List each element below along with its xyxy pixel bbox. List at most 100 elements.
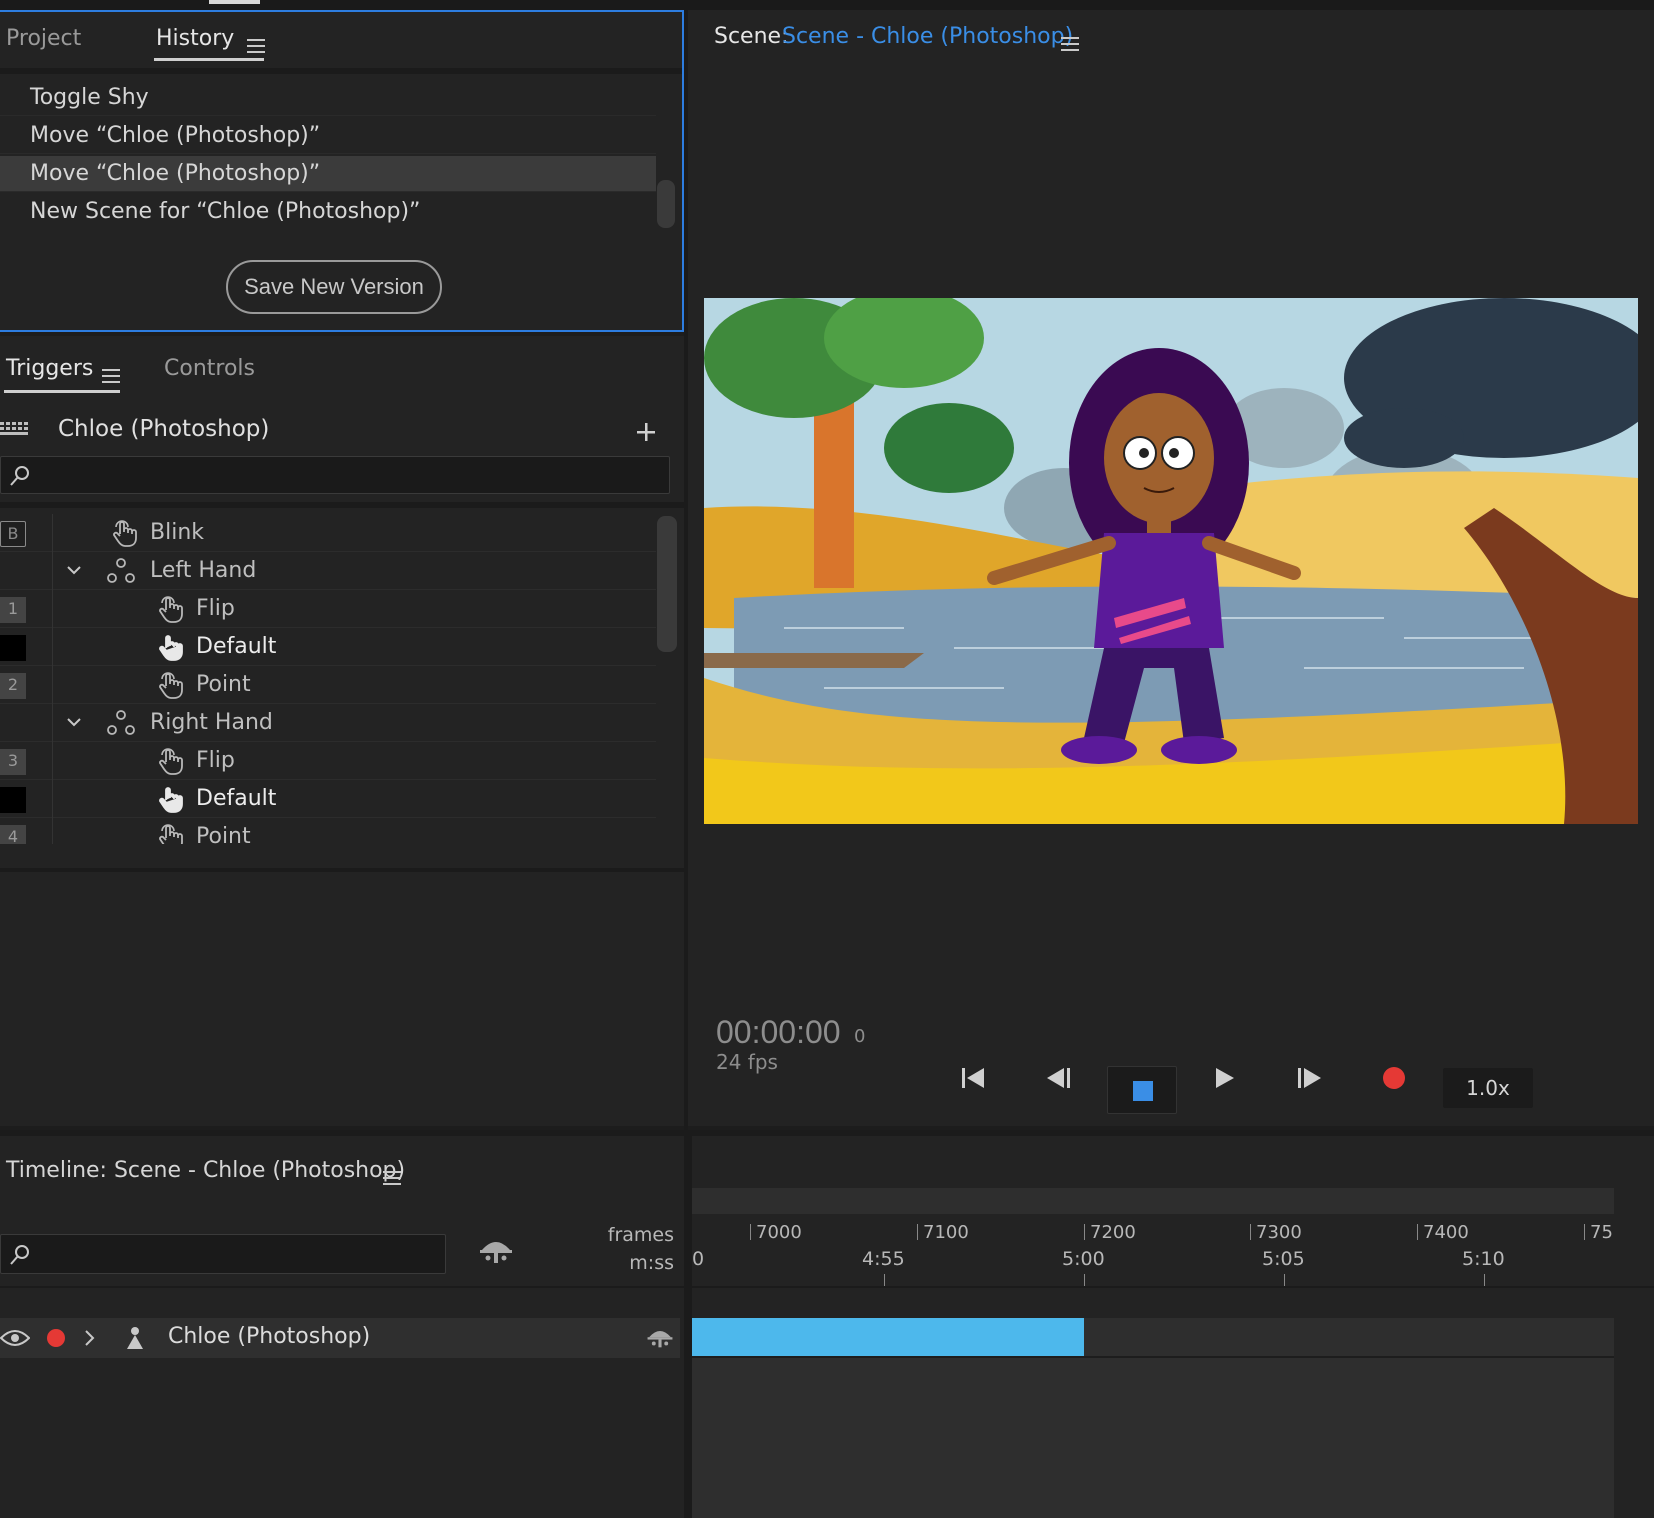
time-tick-label: 4:55 — [862, 1248, 905, 1270]
timecode[interactable]: 00:00:00 — [716, 1014, 841, 1051]
frame-tick-label: 750 — [1590, 1222, 1614, 1243]
triggers-search-input[interactable] — [0, 456, 670, 494]
scene-name-link[interactable]: Scene - Chloe (Photoshop) — [782, 24, 1073, 49]
search-icon — [10, 1245, 29, 1265]
key-badge[interactable]: 2 — [0, 673, 26, 699]
key-badge[interactable]: 4 — [0, 825, 26, 844]
chevron-down-icon[interactable] — [66, 714, 82, 730]
trigger-row-default[interactable]: Default — [0, 628, 656, 666]
trigger-row-point[interactable]: 4 Point — [0, 818, 656, 844]
triggers-panel: Triggers Controls Chloe (Photoshop) B Bl… — [0, 336, 684, 1126]
trigger-group-left-hand[interactable]: Left Hand — [0, 552, 656, 590]
ruler-tick — [750, 1224, 751, 1240]
chevron-down-icon[interactable] — [66, 562, 82, 578]
scene-menu-icon[interactable] — [1061, 37, 1079, 51]
divider — [0, 68, 682, 74]
shy-toggle-icon[interactable] — [646, 1326, 674, 1350]
history-scrollbar[interactable] — [657, 180, 675, 228]
search-icon — [10, 466, 29, 486]
trigger-row-flip[interactable]: 1 Flip — [0, 590, 656, 628]
timeline-menu-icon[interactable] — [383, 1171, 401, 1185]
track-divider — [692, 1356, 1614, 1358]
divider — [0, 868, 684, 872]
ruler-tick — [1584, 1224, 1585, 1240]
frames-label: frames — [607, 1224, 674, 1246]
timeline-scrubber-bar[interactable] — [692, 1188, 1614, 1214]
key-badge[interactable]: B — [0, 521, 26, 547]
scene-preview[interactable] — [704, 298, 1638, 824]
frame-tick-label: 7300 — [1256, 1222, 1302, 1243]
trigger-row-default[interactable]: Default — [0, 780, 656, 818]
tab-triggers[interactable]: Triggers — [6, 356, 93, 381]
timeline-title: Timeline: Scene - Chloe (Photoshop) — [6, 1158, 406, 1183]
trigger-group-right-hand[interactable]: Right Hand — [0, 704, 656, 742]
step-forward-icon[interactable] — [1288, 1058, 1328, 1098]
scene-panel: Scene: Scene - Chloe (Photoshop) 00:00:0… — [688, 10, 1654, 1126]
tab-history[interactable]: History — [156, 26, 234, 51]
mss-label: m:ss — [629, 1252, 674, 1274]
row-divider — [52, 590, 53, 628]
ruler-tick — [1250, 1224, 1251, 1240]
timeline-ruler[interactable]: 7000 7100 7200 7300 7400 750 0 4:55 5:00… — [692, 1214, 1614, 1286]
timeline-panel: Timeline: Scene - Chloe (Photoshop) fram… — [0, 1130, 1654, 1518]
puppet-name: Chloe (Photoshop) — [58, 416, 270, 442]
panel-splitter[interactable] — [684, 10, 688, 1130]
row-divider — [52, 666, 53, 704]
key-badge — [0, 711, 26, 737]
history-panel: Project History Toggle Shy Move “Chloe (… — [0, 10, 684, 332]
chevron-right-icon[interactable] — [82, 1329, 96, 1347]
key-badge[interactable] — [0, 787, 26, 813]
save-new-version-button[interactable]: Save New Version — [226, 260, 442, 314]
shy-toggle-icon[interactable] — [478, 1236, 514, 1266]
track-header[interactable]: Chloe (Photoshop) — [0, 1318, 680, 1358]
frame-tick-label: 7200 — [1090, 1222, 1136, 1243]
timeline-search-input[interactable] — [0, 1234, 446, 1274]
trigger-label: Default — [196, 786, 277, 811]
trigger-list-scrollbar[interactable] — [657, 516, 677, 652]
eye-icon[interactable] — [0, 1328, 30, 1348]
key-badge[interactable]: 1 — [0, 597, 26, 623]
ruler-tick — [1484, 1274, 1485, 1286]
trigger-row-blink[interactable]: B Blink — [0, 514, 656, 552]
trigger-label: Blink — [150, 520, 205, 545]
divider — [0, 1286, 1654, 1288]
tab-project[interactable]: Project — [6, 26, 81, 51]
go-to-start-icon[interactable] — [954, 1058, 994, 1098]
add-trigger-icon[interactable] — [636, 422, 656, 442]
frame-tick-label: 7400 — [1423, 1222, 1469, 1243]
history-item[interactable]: Toggle Shy — [0, 80, 656, 116]
history-item[interactable]: Move “Chloe (Photoshop)” — [0, 118, 656, 154]
hand-trigger-icon — [159, 672, 183, 699]
keyboard-icon — [0, 422, 28, 435]
top-strip — [0, 0, 1654, 10]
key-badge[interactable] — [0, 635, 26, 661]
trigger-row-flip[interactable]: 3 Flip — [0, 742, 656, 780]
swap-set-icon — [107, 710, 135, 735]
ruler-tick — [1417, 1224, 1418, 1240]
triggers-menu-icon[interactable] — [102, 369, 120, 383]
time-tick-label: 0 — [692, 1248, 705, 1270]
fps-label: 24 fps — [716, 1050, 778, 1074]
row-divider — [52, 818, 53, 844]
history-menu-icon[interactable] — [247, 39, 265, 53]
key-badge[interactable]: 3 — [0, 749, 26, 775]
time-tick-label: 5:05 — [1262, 1248, 1305, 1270]
triggers-tab-underline — [4, 390, 120, 393]
trigger-row-point[interactable]: 2 Point — [0, 666, 656, 704]
trigger-label: Point — [196, 672, 251, 697]
ruler-tick — [1284, 1274, 1285, 1286]
history-item-selected[interactable]: Move “Chloe (Photoshop)” — [0, 156, 656, 192]
playback-speed-button[interactable]: 1.0x — [1443, 1068, 1533, 1108]
track-clip-bar[interactable] — [692, 1318, 1084, 1356]
record-arm-icon[interactable] — [46, 1328, 66, 1348]
step-back-icon[interactable] — [1040, 1058, 1080, 1098]
panel-splitter[interactable] — [684, 1130, 692, 1518]
play-icon[interactable] — [1204, 1058, 1244, 1098]
stop-button[interactable] — [1107, 1066, 1177, 1114]
tab-controls[interactable]: Controls — [164, 356, 255, 381]
hand-trigger-icon — [159, 596, 183, 623]
row-divider — [52, 704, 53, 742]
record-icon[interactable] — [1374, 1058, 1414, 1098]
row-divider — [52, 780, 53, 818]
history-item[interactable]: New Scene for “Chloe (Photoshop)” — [0, 194, 656, 230]
